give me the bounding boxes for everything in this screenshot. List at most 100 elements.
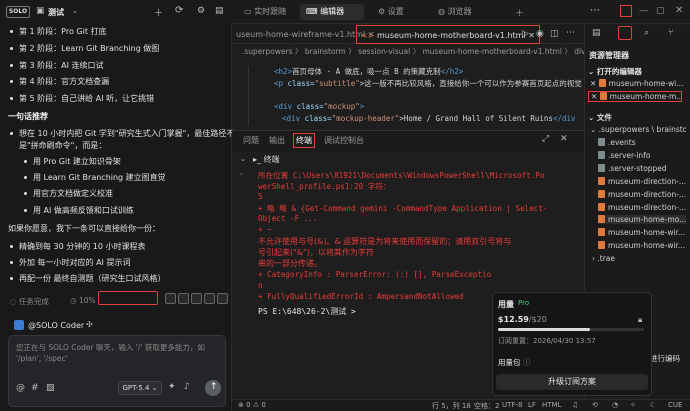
- file-item[interactable]: .server-info: [598, 151, 686, 160]
- gear-icon[interactable]: ⚙: [197, 6, 205, 16]
- terminal-line: 串的一部分传递。: [258, 259, 322, 268]
- history-icon[interactable]: ⟳: [175, 5, 183, 16]
- encoding[interactable]: UTF-8: [502, 401, 522, 409]
- clock-icon: ◷: [70, 296, 77, 305]
- git-icon[interactable]: ⑂: [668, 28, 673, 38]
- terminal-line: n: [258, 281, 263, 290]
- image-icon[interactable]: ▨: [46, 383, 55, 393]
- explorer-toggle-icon[interactable]: [618, 26, 632, 40]
- chevron-down-icon[interactable]: ⌄: [240, 155, 246, 163]
- file-item[interactable]: museum-direction-...: [598, 177, 686, 186]
- indent-guide: [248, 66, 249, 126]
- task-percent: ◷ 10%: [70, 296, 96, 305]
- terminal-line: 号引起来("&")，以将其作为字符: [258, 248, 374, 257]
- terminal-line: 不允许使用与号(&)。& 运算符是为将来使用而保留的；请用双引号将与: [258, 237, 512, 246]
- chat-input-placeholder: 您正在与 SOLO Coder 聊天，输入 '/' 获取更多能力，如 '/pla…: [16, 343, 205, 363]
- terminal-icon: ▸_: [253, 155, 262, 164]
- layout-icon[interactable]: ▤: [215, 6, 224, 16]
- editor-tab-active[interactable]: <> museum-home-motherboard-v1.html ✕: [356, 25, 540, 44]
- terminal-line: 5: [258, 192, 263, 201]
- file-item[interactable]: museum-home-wir...: [598, 241, 686, 250]
- ai-icon[interactable]: ✧: [630, 401, 636, 409]
- tab-editor[interactable]: ⌨ 编辑器: [300, 4, 364, 20]
- share-icon[interactable]: [204, 293, 215, 304]
- close-icon[interactable]: ✕: [675, 5, 683, 16]
- files-section[interactable]: ⌄ 文件: [588, 112, 612, 123]
- cursor-position[interactable]: 行 5，列 18: [432, 401, 471, 411]
- plus-icon[interactable]: ＋: [515, 6, 524, 19]
- locale[interactable]: CUE: [668, 401, 682, 409]
- eol[interactable]: LF: [528, 401, 536, 409]
- sync-icon[interactable]: ⟲: [592, 401, 598, 409]
- thumbs-down-icon[interactable]: [178, 293, 189, 304]
- upgrade-button[interactable]: 升级订阅方案: [496, 374, 648, 390]
- tab-live-follow[interactable]: ▭ 实时跟随: [238, 4, 292, 20]
- list-item: 用 Pro Git 建立知识骨架: [24, 156, 121, 167]
- tab-output[interactable]: 输出: [269, 135, 285, 146]
- terminal-line: + 略 略 & {Get-Command gemini -CommandType…: [258, 204, 548, 213]
- terminal-header: ▸_ 终端: [253, 155, 280, 164]
- error-count[interactable]: ⊗ 0 ⚠ 0: [238, 401, 266, 409]
- file-item[interactable]: museum-direction-...: [598, 190, 686, 199]
- open-editors-section[interactable]: ⌄ 打开的编辑器: [588, 66, 642, 77]
- split-icon[interactable]: ◫: [550, 29, 559, 39]
- list-item: 第 4 阶段：官方文档查漏: [10, 76, 109, 87]
- close-icon[interactable]: ✕: [560, 134, 568, 144]
- chevron-right-icon[interactable]: ›: [240, 170, 243, 178]
- tools-icon[interactable]: ✣: [86, 320, 93, 329]
- language-mode[interactable]: HTML: [542, 401, 561, 409]
- folder-item[interactable]: › .trae: [592, 254, 682, 263]
- task-status: ◌ 任务完成: [10, 297, 49, 306]
- expand-icon[interactable]: ⤢: [542, 134, 549, 144]
- open-editor-item[interactable]: ✕ museum-home-m...: [588, 91, 682, 102]
- terminal-line: werShell_profile.ps1:20 字符：: [258, 182, 391, 191]
- eye-icon[interactable]: ◉: [536, 29, 544, 39]
- more-icon[interactable]: ⋯: [566, 28, 575, 38]
- file-item[interactable]: museum-direction-...: [598, 203, 686, 212]
- check-circle-icon: ◌: [10, 297, 17, 306]
- moon-icon[interactable]: ☾: [650, 401, 656, 409]
- open-editor-item[interactable]: ✕ museum-home-wi...: [590, 79, 686, 88]
- tab-browser[interactable]: ◍ 浏览器: [432, 4, 478, 20]
- model-selector[interactable]: GPT-5.4 ⌄: [118, 381, 162, 395]
- code-line: <div class="mockup-header">Home / Grand …: [282, 114, 576, 123]
- terminal-prompt[interactable]: PS E:\648\26-2\测试 >: [258, 306, 356, 317]
- dots-icon[interactable]: ⋯: [590, 5, 600, 16]
- more-icon[interactable]: [217, 293, 228, 304]
- tab-terminal[interactable]: 终端: [293, 133, 315, 148]
- bell-icon[interactable]: ♫: [572, 401, 578, 409]
- mic-icon[interactable]: ♪: [184, 382, 190, 392]
- list-item: 第 2 阶段：Learn Git Branching 做图: [10, 43, 159, 54]
- usage-progress: [498, 328, 644, 331]
- file-item[interactable]: museum-home-wir...: [598, 228, 686, 237]
- maximize-icon[interactable]: ▢: [656, 6, 665, 16]
- plan-badge: Pro: [518, 299, 530, 307]
- copy-icon[interactable]: [191, 293, 202, 304]
- panel-toggle-icon[interactable]: [620, 5, 632, 17]
- chevron-down-icon[interactable]: ⌄: [72, 7, 78, 15]
- new-chat-icon[interactable]: ＋: [154, 6, 163, 19]
- file-item[interactable]: .server-stopped: [598, 164, 686, 173]
- expire-text: 订阅重置：2026/04/30 13:57: [498, 337, 596, 345]
- files-icon[interactable]: ▤: [592, 28, 601, 38]
- notification-icon[interactable]: ◔: [612, 401, 618, 409]
- play-icon[interactable]: ▷: [522, 29, 529, 39]
- tab-problems[interactable]: 问题: [243, 135, 259, 146]
- usage-amount: $12.59/$20: [498, 315, 547, 324]
- hash-icon[interactable]: #: [31, 383, 39, 393]
- list-item: 再配一份 最终自测题（研究生口试风格）: [10, 273, 166, 284]
- file-item-selected[interactable]: museum-home-mo...: [598, 215, 686, 224]
- thumbs-up-icon[interactable]: [165, 293, 176, 304]
- sidebar-toggle-icon[interactable]: ▣: [36, 6, 45, 16]
- folder-item[interactable]: ⌄ .superpowers \ brainstorm...: [590, 125, 686, 134]
- magic-icon[interactable]: ✦: [168, 382, 176, 392]
- minimize-icon[interactable]: —: [639, 6, 648, 16]
- tab-settings[interactable]: ⚙ 设置: [372, 4, 410, 20]
- search-icon[interactable]: ⌕: [644, 28, 649, 38]
- tab-debug-console[interactable]: 调试控制台: [324, 135, 364, 146]
- terminal-line: Object -F ...: [258, 214, 318, 223]
- file-item[interactable]: .events: [598, 138, 686, 147]
- at-icon[interactable]: @: [16, 383, 25, 393]
- indent-setting[interactable]: 空格：2: [474, 401, 499, 411]
- list-item: 用 AI 做高频反馈和口试训练: [24, 205, 134, 216]
